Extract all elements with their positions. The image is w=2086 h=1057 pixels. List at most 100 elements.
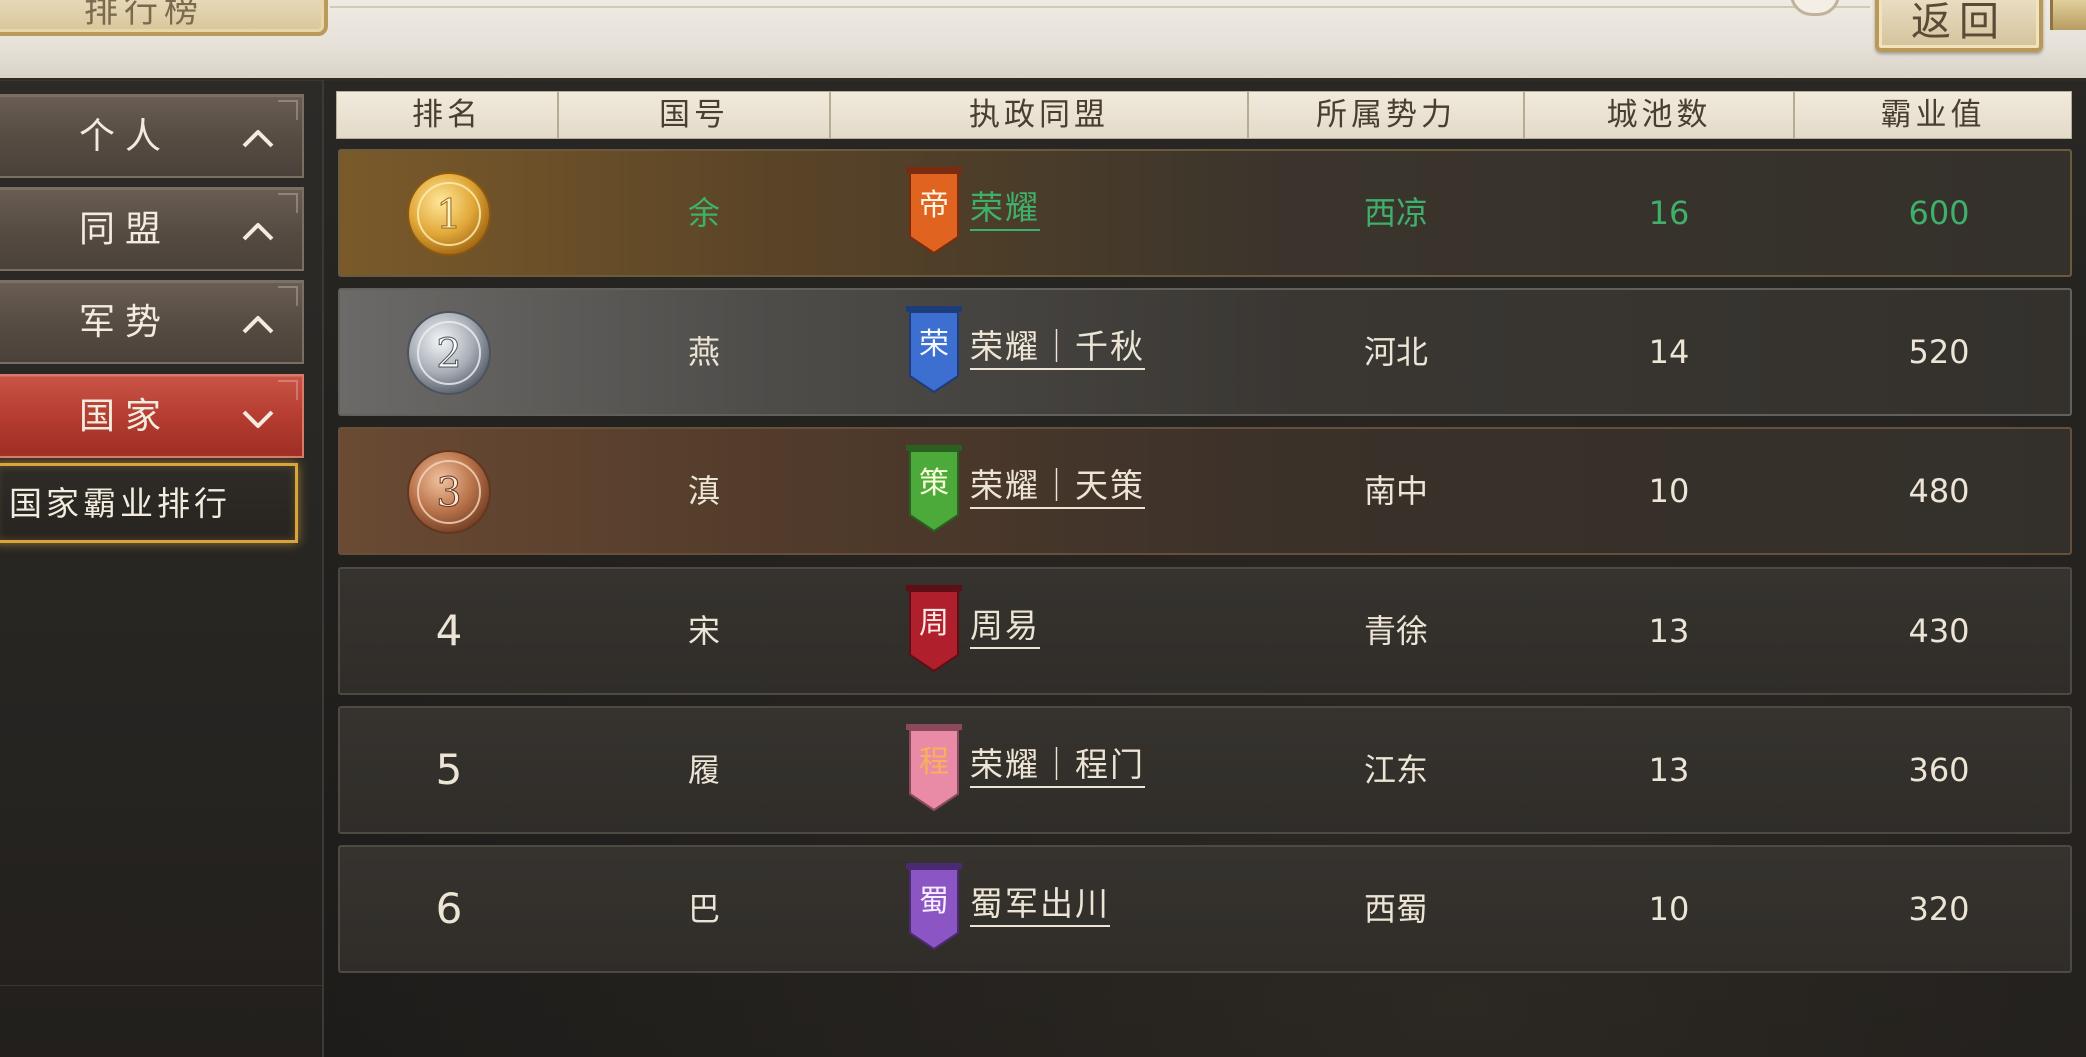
table-row[interactable]: 1 余 帝 荣耀 西凉 16 600: [338, 149, 2072, 277]
cities-cell: 10: [1648, 472, 1690, 510]
chevron-up-icon: [242, 223, 274, 241]
chevron-down-icon: [242, 410, 274, 428]
sidebar-item-label: 个人: [78, 116, 171, 157]
top-bar: 排行榜 返回: [0, 0, 2086, 81]
alliance-link[interactable]: 周易: [970, 605, 1040, 649]
page-title: 排行榜: [84, 0, 204, 31]
table-row[interactable]: 3 滇 策 荣耀｜天策 南中 10 480: [338, 427, 2072, 555]
column-header-faction: 所属势力: [1248, 91, 1524, 139]
sidebar: 个人 同盟 军势 国家 国家霸业排行: [0, 80, 324, 1057]
sidebar-item-army[interactable]: 军势: [0, 280, 304, 364]
sidebar-item-alliance[interactable]: 同盟: [0, 187, 304, 271]
state-cell: 余: [687, 194, 720, 232]
rank-cell: 4: [435, 606, 463, 655]
banner-icon: 荣: [906, 306, 962, 394]
title-plate: 排行榜: [0, 0, 328, 36]
sidebar-item-label: 国家: [78, 396, 171, 437]
sidebar-item-label: 同盟: [78, 209, 171, 250]
sidebar-divider: [0, 80, 322, 81]
sidebar-item-personal[interactable]: 个人: [0, 94, 304, 178]
chevron-up-icon: [242, 130, 274, 148]
corner-ornament: [278, 193, 298, 213]
banner-char: 周: [919, 606, 949, 641]
gold-medal-icon: 1: [407, 172, 491, 256]
table-row[interactable]: 2 燕 荣 荣耀｜千秋 河北 14 520: [338, 288, 2072, 416]
faction-cell: 南中: [1363, 472, 1428, 510]
cities-cell: 13: [1648, 612, 1690, 650]
back-button-label: 返回: [1911, 0, 2007, 45]
banner-icon: 策: [906, 445, 962, 533]
score-cell: 480: [1908, 472, 1970, 510]
alliance-cell: 程 荣耀｜程门: [904, 708, 1204, 832]
faction-cell: 青徐: [1363, 612, 1428, 650]
alliance-link[interactable]: 荣耀｜天策: [970, 465, 1145, 509]
column-header-state: 国号: [558, 91, 830, 139]
banner-char: 蜀: [919, 884, 949, 919]
help-icon[interactable]: [1790, 0, 1840, 16]
rank-cell: 6: [435, 884, 463, 933]
column-header-rank: 排名: [336, 91, 558, 139]
sidebar-item-nation[interactable]: 国家: [0, 374, 304, 458]
sidebar-subitem-label: 国家霸业排行: [9, 484, 231, 523]
cities-cell: 13: [1648, 751, 1690, 789]
banner-icon: 周: [906, 585, 962, 673]
ranking-table: 排名 国号 执政同盟 所属势力 城池数 霸业值 1 余 帝 荣耀 西凉 16 6…: [330, 80, 2086, 1057]
medal-rank: 2: [436, 331, 461, 377]
score-cell: 520: [1908, 333, 1970, 371]
state-cell: 宋: [687, 612, 720, 650]
alliance-link[interactable]: 荣耀: [970, 187, 1040, 231]
sidebar-divider: [0, 985, 322, 986]
column-header-alliance: 执政同盟: [830, 91, 1248, 139]
table-row[interactable]: 6 巴 蜀 蜀军出川 西蜀 10 320: [338, 845, 2072, 973]
banner-icon: 程: [906, 724, 962, 812]
banner-char: 荣: [919, 327, 949, 362]
alliance-cell: 周 周易: [904, 569, 1204, 693]
faction-cell: 河北: [1363, 333, 1428, 371]
medal-rank: 1: [436, 192, 461, 238]
state-cell: 燕: [687, 333, 720, 371]
cities-cell: 14: [1648, 333, 1690, 371]
corner-ornament: [278, 100, 298, 120]
banner-icon: 蜀: [906, 863, 962, 951]
table-row[interactable]: 4 宋 周 周易 青徐 13 430: [338, 567, 2072, 695]
silver-medal-icon: 2: [407, 311, 491, 395]
state-cell: 滇: [687, 472, 720, 510]
banner-char: 程: [919, 745, 949, 780]
state-cell: 履: [687, 751, 720, 789]
alliance-link[interactable]: 荣耀｜程门: [970, 744, 1145, 788]
faction-cell: 西蜀: [1363, 890, 1428, 928]
column-header-cities: 城池数: [1524, 91, 1794, 139]
faction-cell: 江东: [1363, 751, 1428, 789]
score-cell: 320: [1908, 890, 1970, 928]
top-bar-ornament: [330, 6, 1870, 8]
score-cell: 360: [1908, 751, 1970, 789]
score-cell: 430: [1908, 612, 1970, 650]
back-button[interactable]: 返回: [1875, 0, 2043, 52]
chevron-up-icon: [242, 316, 274, 334]
cities-cell: 16: [1648, 194, 1690, 232]
bronze-medal-icon: 3: [407, 450, 491, 534]
corner-ornament: [278, 380, 298, 400]
alliance-cell: 策 荣耀｜天策: [904, 429, 1204, 553]
banner-char: 策: [919, 466, 949, 501]
sidebar-item-label: 军势: [78, 302, 171, 343]
cities-cell: 10: [1648, 890, 1690, 928]
alliance-link[interactable]: 荣耀｜千秋: [970, 326, 1145, 370]
column-header-score: 霸业值: [1794, 91, 2072, 139]
rank-cell: 5: [435, 745, 463, 794]
banner-char: 帝: [919, 188, 949, 223]
state-cell: 巴: [687, 890, 720, 928]
corner-ornament: [2050, 0, 2086, 30]
alliance-cell: 帝 荣耀: [904, 151, 1204, 275]
table-row[interactable]: 5 履 程 荣耀｜程门 江东 13 360: [338, 706, 2072, 834]
score-cell: 600: [1908, 194, 1970, 232]
banner-icon: 帝: [906, 167, 962, 255]
alliance-link[interactable]: 蜀军出川: [970, 883, 1110, 927]
medal-rank: 3: [436, 470, 461, 516]
alliance-cell: 蜀 蜀军出川: [904, 847, 1204, 971]
faction-cell: 西凉: [1363, 194, 1428, 232]
sidebar-subitem-nation-ranking[interactable]: 国家霸业排行: [0, 463, 298, 543]
corner-ornament: [278, 286, 298, 306]
ranking-screen: 排行榜 返回 个人 同盟 军势 国家 国家霸业排行 排名 国号 执政同盟 所属势…: [0, 0, 2086, 1057]
alliance-cell: 荣 荣耀｜千秋: [904, 290, 1204, 414]
